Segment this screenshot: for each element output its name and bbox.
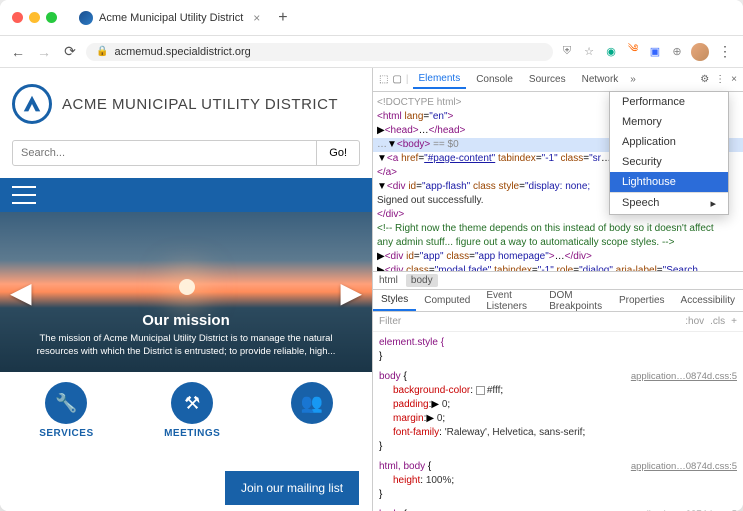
add-rule-button[interactable]: + — [731, 316, 737, 327]
more-icon[interactable]: ⋮ — [715, 74, 725, 85]
hamburger-icon[interactable] — [12, 186, 36, 204]
lock-icon: 🔒 — [96, 46, 108, 57]
cls-toggle[interactable]: .cls — [710, 316, 725, 327]
meetings-link[interactable]: ⚒ MEETINGS — [164, 382, 220, 439]
address-bar: ← → ⟳ 🔒 acmemud.specialdistrict.org ⛨ ☆ … — [0, 36, 743, 68]
styles-tabs: Styles Computed Event Listeners DOM Brea… — [373, 290, 743, 312]
hero-carousel: ◀ ▶ Our mission The mission of Acme Muni… — [0, 212, 372, 372]
inspect-icon[interactable]: ⬚ — [379, 74, 388, 85]
tab-properties[interactable]: Properties — [611, 291, 673, 310]
zoom-icon[interactable]: ⊕ — [669, 44, 685, 60]
search-input[interactable] — [12, 140, 317, 166]
star-icon[interactable]: ☆ — [581, 44, 597, 60]
tabs-overflow-button[interactable]: » — [630, 74, 636, 85]
menu-application[interactable]: Application — [610, 132, 728, 152]
traffic-lights — [12, 12, 57, 23]
menu-speech[interactable]: Speech▸ — [610, 192, 728, 214]
menu-button[interactable]: ⋮ — [715, 42, 735, 62]
url-field[interactable]: 🔒 acmemud.specialdistrict.org — [86, 43, 553, 61]
menu-memory[interactable]: Memory — [610, 112, 728, 132]
tab-accessibility[interactable]: Accessibility — [673, 291, 743, 310]
ext-blue-icon[interactable]: ▣ — [647, 44, 663, 60]
tab-styles[interactable]: Styles — [373, 290, 416, 311]
person-icon: 👥 — [291, 382, 333, 424]
back-button[interactable]: ← — [8, 42, 28, 62]
devtools-panel: ⬚ ▢ | Elements Console Sources Network »… — [372, 68, 743, 511]
settings-icon[interactable]: ⚙ — [700, 74, 709, 85]
minimize-window-button[interactable] — [29, 12, 40, 23]
favicon-icon — [79, 11, 93, 25]
tab-listeners[interactable]: Event Listeners — [478, 286, 541, 316]
reload-button[interactable]: ⟳ — [60, 42, 80, 62]
site-title: ACME MUNICIPAL UTILITY DISTRICT — [62, 96, 338, 113]
url-text: acmemud.specialdistrict.org — [114, 46, 250, 58]
tab-dombreak[interactable]: DOM Breakpoints — [541, 286, 611, 316]
close-devtools-icon[interactable]: × — [731, 74, 737, 85]
tabs-overflow-menu: Performance Memory Application Security … — [609, 91, 729, 215]
close-tab-icon[interactable]: × — [253, 11, 260, 25]
shield-ext-icon[interactable]: ⛨ — [559, 44, 575, 60]
tab-computed[interactable]: Computed — [416, 291, 478, 310]
forward-button[interactable]: → — [34, 42, 54, 62]
maximize-window-button[interactable] — [46, 12, 57, 23]
people-link[interactable]: 👥 — [291, 382, 333, 439]
ext-teal-icon[interactable]: ◉ — [603, 44, 619, 60]
hero-title: Our mission — [30, 312, 342, 329]
tab-title: Acme Municipal Utility District — [99, 12, 243, 24]
tab-sources[interactable]: Sources — [523, 71, 572, 88]
tab-network[interactable]: Network — [576, 71, 625, 88]
device-icon[interactable]: ▢ — [392, 74, 401, 85]
devtools-toolbar: ⬚ ▢ | Elements Console Sources Network »… — [373, 68, 743, 92]
menu-security[interactable]: Security — [610, 152, 728, 172]
tab-console[interactable]: Console — [470, 71, 519, 88]
window-titlebar: Acme Municipal Utility District × + — [0, 0, 743, 36]
menu-lighthouse[interactable]: Lighthouse — [610, 172, 728, 192]
hero-body: The mission of Acme Municipal Utility Di… — [30, 333, 342, 358]
filter-input[interactable]: Filter — [379, 316, 685, 327]
profile-avatar[interactable] — [691, 43, 709, 61]
ext-orange-icon[interactable]: ༄ — [625, 44, 641, 60]
menu-performance[interactable]: Performance — [610, 92, 728, 112]
new-tab-button[interactable]: + — [270, 9, 295, 27]
styles-pane[interactable]: element.style {} application…0874d.css:5… — [373, 332, 743, 511]
styles-filter-bar: Filter :hov .cls + — [373, 312, 743, 332]
carousel-next-button[interactable]: ▶ — [340, 276, 362, 309]
browser-tab[interactable]: Acme Municipal Utility District × — [69, 7, 270, 29]
hov-toggle[interactable]: :hov — [685, 316, 704, 327]
nav-bar — [0, 178, 372, 212]
search-go-button[interactable]: Go! — [317, 140, 360, 166]
gavel-icon: ⚒ — [171, 382, 213, 424]
wrench-icon: 🔧 — [45, 382, 87, 424]
carousel-prev-button[interactable]: ◀ — [10, 276, 32, 309]
site-logo-icon — [12, 84, 52, 124]
services-link[interactable]: 🔧 SERVICES — [39, 382, 93, 439]
tab-elements[interactable]: Elements — [413, 70, 467, 89]
mailing-list-cta[interactable]: Join our mailing list — [225, 471, 359, 505]
website-pane: ACME MUNICIPAL UTILITY DISTRICT Go! ◀ ▶ … — [0, 68, 372, 511]
close-window-button[interactable] — [12, 12, 23, 23]
